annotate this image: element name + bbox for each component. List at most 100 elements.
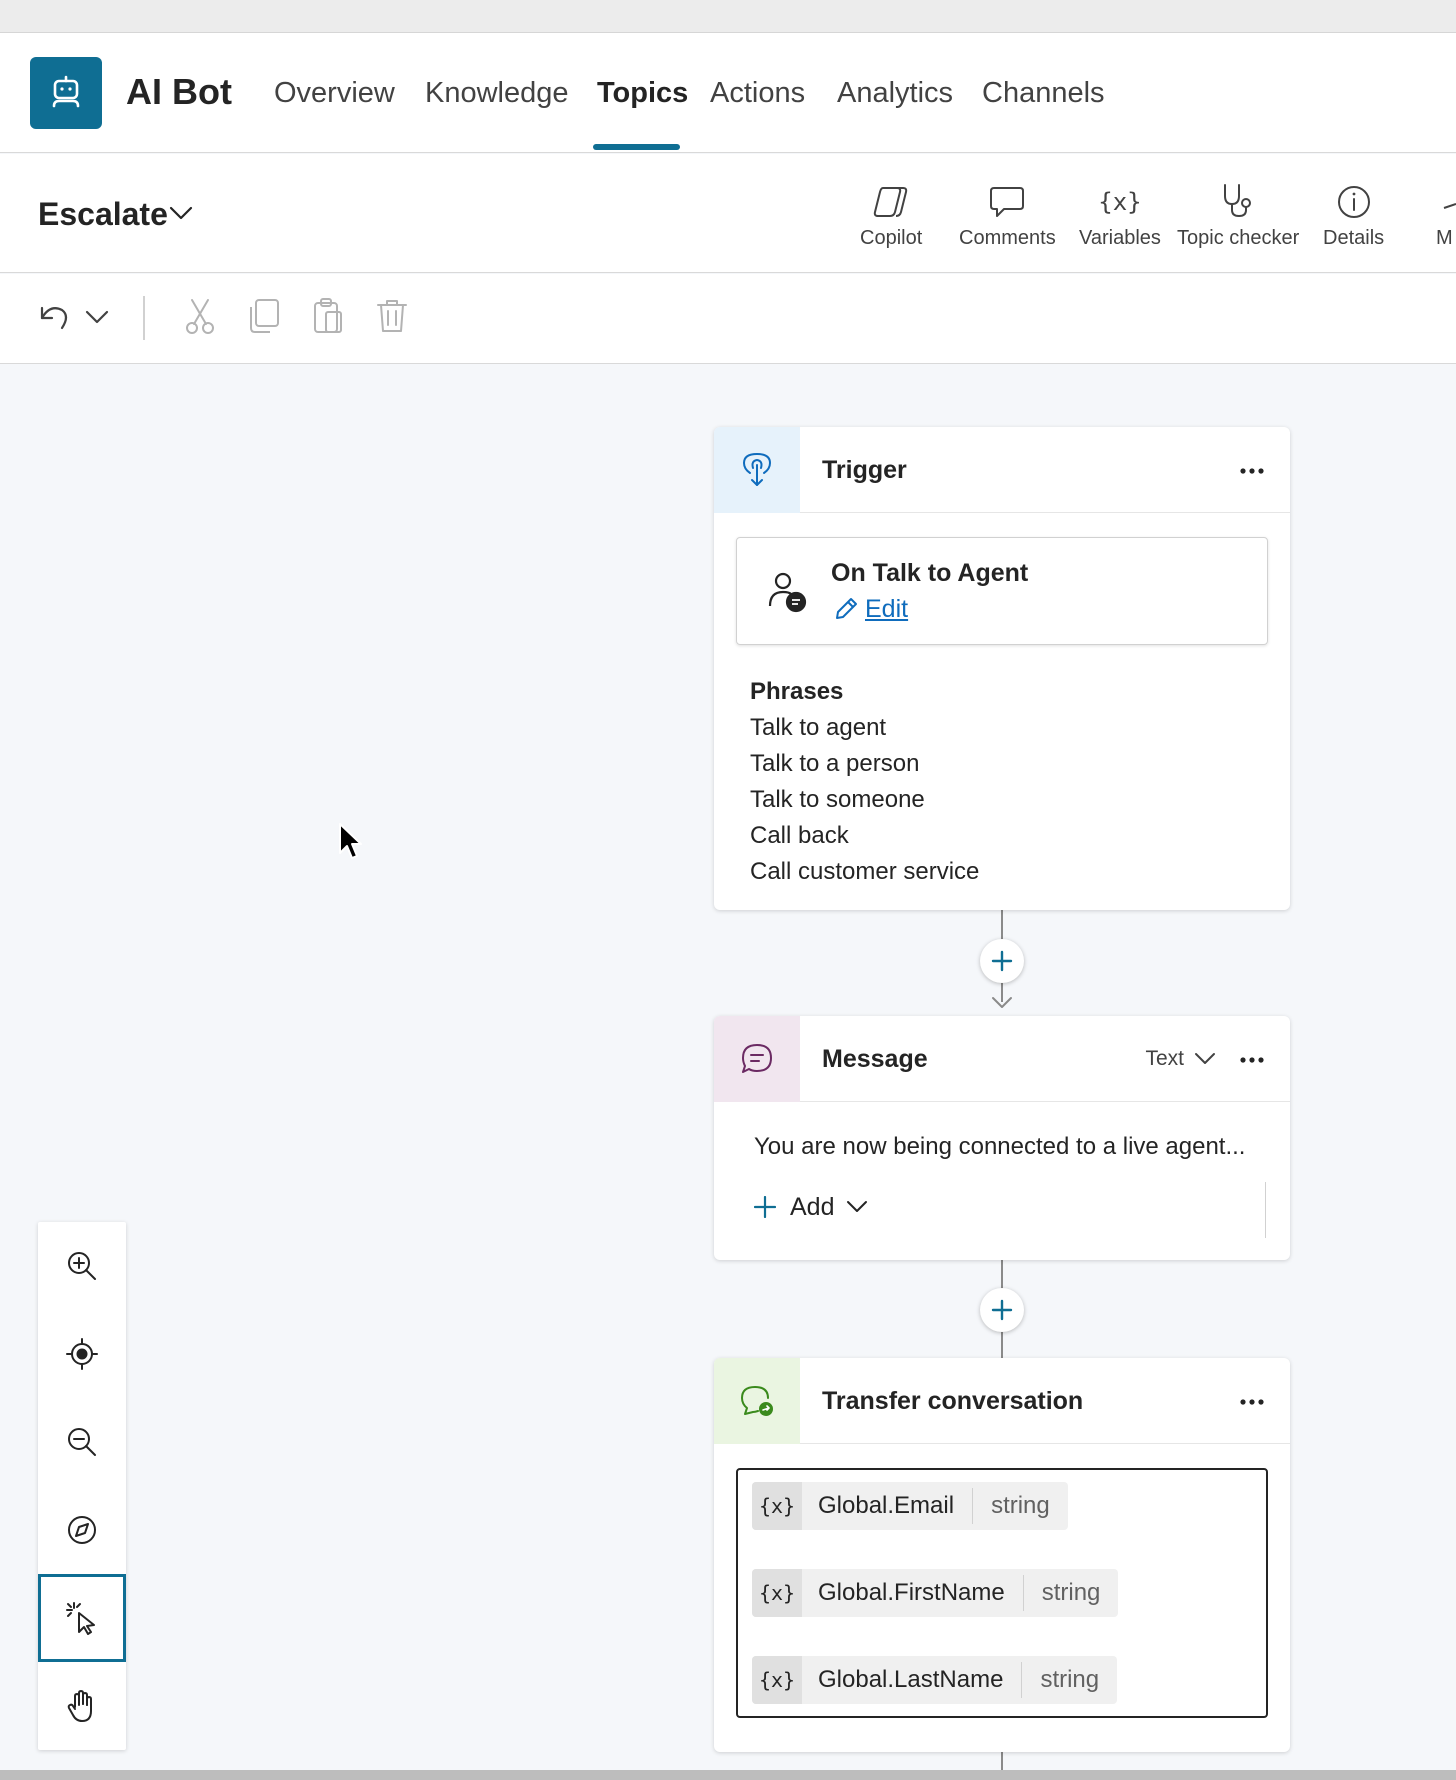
phrase-item: Call back xyxy=(750,822,849,849)
tab-analytics[interactable]: Analytics xyxy=(837,75,953,111)
pencil-icon xyxy=(836,598,857,619)
variable-name: Global.Email xyxy=(802,1488,974,1524)
add-content-button[interactable]: Add xyxy=(754,1192,868,1222)
undo-icon[interactable] xyxy=(36,296,72,336)
select-icon[interactable] xyxy=(38,1574,126,1662)
plus-icon xyxy=(991,950,1013,972)
variables-icon: {x} xyxy=(1098,180,1141,220)
topic-name[interactable]: Escalate xyxy=(38,194,168,234)
comments-label: Comments xyxy=(959,227,1056,249)
variable-chip[interactable]: {x} Global.LastName string xyxy=(752,1656,1118,1704)
trigger-name: On Talk to Agent xyxy=(831,559,1029,587)
zoom-in-icon[interactable] xyxy=(38,1222,126,1310)
minimap-icon[interactable] xyxy=(38,1486,126,1574)
copilot-icon xyxy=(871,180,911,220)
variables-input-box[interactable]: {x} Global.Email string {x} Global.First… xyxy=(736,1468,1268,1718)
variable-type: string xyxy=(1041,1579,1101,1606)
variable-type: string xyxy=(1040,1666,1100,1693)
phrase-item: Talk to agent xyxy=(750,714,887,741)
message-text[interactable]: You are now being connected to a live ag… xyxy=(754,1132,1245,1162)
more-options-icon[interactable] xyxy=(1232,451,1272,491)
details-button[interactable]: Details xyxy=(1323,180,1384,250)
plus-icon xyxy=(991,1299,1013,1321)
app-header: AI Bot Overview Knowledge Topics Actions… xyxy=(0,33,1456,153)
edit-trigger-link[interactable]: Edit xyxy=(833,594,908,624)
connector-line xyxy=(1001,1752,1003,1772)
stethoscope-icon xyxy=(1219,180,1257,220)
tab-overview[interactable]: Overview xyxy=(274,75,395,111)
topic-bar: Escalate Copilot Comments {x} Variables xyxy=(0,154,1456,273)
tab-actions[interactable]: Actions xyxy=(710,75,805,111)
message-node-header: Message Text xyxy=(714,1016,1290,1102)
more-tool-icon xyxy=(1436,180,1456,220)
message-title: Message xyxy=(822,1045,928,1073)
paste-icon[interactable] xyxy=(310,296,346,336)
add-node-button[interactable] xyxy=(980,1288,1024,1332)
pan-hand-icon[interactable] xyxy=(38,1662,126,1750)
variables-glyph: {x} xyxy=(1098,188,1142,216)
phrases-heading: Phrases xyxy=(750,678,844,705)
message-type-dropdown[interactable]: Text xyxy=(1145,1045,1216,1073)
toolbar-divider xyxy=(143,296,145,340)
more-options-icon[interactable] xyxy=(1232,1040,1272,1080)
trigger-title: Trigger xyxy=(822,456,907,484)
topic-checker-button[interactable]: Topic checker xyxy=(1177,180,1299,250)
transfer-chat-icon xyxy=(714,1358,800,1444)
phrase-item: Talk to someone xyxy=(750,786,925,813)
edit-toolbar xyxy=(0,274,1456,364)
tab-topics[interactable]: Topics xyxy=(597,75,688,111)
variable-chip[interactable]: {x} Global.FirstName string xyxy=(752,1569,1119,1617)
message-icon xyxy=(714,1016,800,1102)
variable-chip[interactable]: {x} Global.Email string xyxy=(752,1482,1068,1530)
variable-icon: {x} xyxy=(752,1482,802,1530)
canvas-controls-panel xyxy=(38,1222,126,1750)
trigger-type-box[interactable]: On Talk to Agent Edit xyxy=(736,537,1268,645)
trigger-node[interactable]: Trigger On Talk to Agent Edit Phrases Ta… xyxy=(714,427,1290,910)
add-label: Add xyxy=(790,1193,835,1221)
cut-icon[interactable] xyxy=(182,296,218,336)
variable-type: string xyxy=(991,1492,1050,1519)
horizontal-scrollbar[interactable] xyxy=(0,1770,1456,1780)
variables-button[interactable]: {x} Variables xyxy=(1079,180,1161,250)
message-type-label: Text xyxy=(1145,1047,1184,1070)
tab-channels[interactable]: Channels xyxy=(982,75,1105,111)
phrase-item: Call customer service xyxy=(750,858,980,885)
info-icon xyxy=(1336,180,1372,220)
copilot-button[interactable]: Copilot xyxy=(860,180,922,250)
window-top-strip xyxy=(0,0,1456,33)
topic-checker-label: Topic checker xyxy=(1177,227,1300,249)
tab-knowledge[interactable]: Knowledge xyxy=(425,75,569,111)
copy-icon[interactable] xyxy=(246,296,282,336)
chevron-down-icon[interactable] xyxy=(168,204,194,222)
trigger-icon xyxy=(714,427,800,513)
arrow-down-icon xyxy=(991,996,1013,1010)
person-chat-icon xyxy=(767,570,807,614)
variables-label: Variables xyxy=(1079,227,1161,249)
more-options-icon[interactable] xyxy=(1232,1382,1272,1422)
transfer-title: Transfer conversation xyxy=(822,1387,1084,1415)
mouse-cursor-icon xyxy=(338,822,364,862)
chevron-down-icon xyxy=(1195,1053,1215,1064)
divider xyxy=(1265,1182,1266,1238)
comments-button[interactable]: Comments xyxy=(959,180,1056,250)
transfer-node-header: Transfer conversation xyxy=(714,1358,1290,1444)
zoom-out-icon[interactable] xyxy=(38,1398,126,1486)
add-node-button[interactable] xyxy=(980,939,1024,983)
bot-logo-icon xyxy=(30,57,102,129)
phrase-item: Talk to a person xyxy=(750,750,920,777)
transfer-conversation-node[interactable]: Transfer conversation {x} Global.Email s… xyxy=(714,1358,1290,1752)
chevron-down-icon[interactable] xyxy=(84,308,110,326)
trigger-node-header: Trigger xyxy=(714,427,1290,513)
delete-icon[interactable] xyxy=(374,296,410,336)
more-tool-label: M xyxy=(1436,227,1453,249)
recenter-icon[interactable] xyxy=(38,1310,126,1398)
copilot-label: Copilot xyxy=(860,227,923,249)
more-tool-button[interactable]: M xyxy=(1436,180,1456,250)
message-node[interactable]: Message Text You are now being connected… xyxy=(714,1016,1290,1260)
variable-name: Global.FirstName xyxy=(802,1575,1024,1611)
variable-icon: {x} xyxy=(752,1656,802,1704)
plus-icon xyxy=(754,1196,776,1218)
edit-link-label: Edit xyxy=(865,595,909,623)
details-label: Details xyxy=(1323,227,1385,249)
comment-icon xyxy=(988,180,1026,220)
